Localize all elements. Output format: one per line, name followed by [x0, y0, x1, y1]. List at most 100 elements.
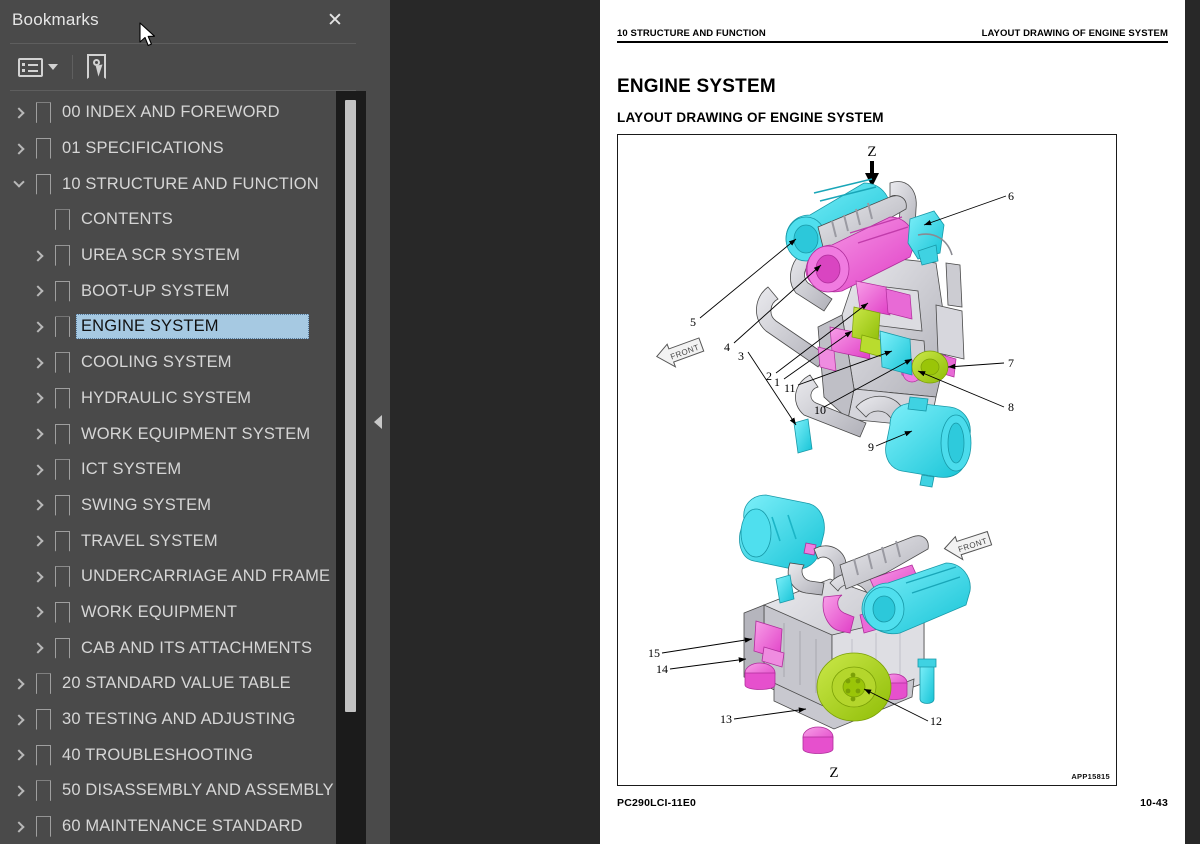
bookmark-item-30-testing-and-adjusting[interactable]: 30 TESTING AND ADJUSTING [0, 702, 336, 738]
panel-splitter[interactable] [366, 0, 390, 844]
bookmark-item-work-equipment[interactable]: WORK EQUIPMENT [0, 595, 336, 631]
chevron-right-icon[interactable] [10, 713, 30, 726]
callout-1: 1 [774, 375, 780, 389]
bookmark-label: 60 MAINTENANCE STANDARD [62, 817, 303, 836]
callout-8: 8 [1008, 400, 1014, 414]
bookmarks-scrollbar[interactable] [336, 91, 366, 844]
chevron-right-icon[interactable] [29, 356, 49, 369]
bookmark-item-travel-system[interactable]: TRAVEL SYSTEM [0, 523, 336, 559]
bookmark-label: 50 DISASSEMBLY AND ASSEMBLY [62, 781, 334, 800]
bookmark-label: WORK EQUIPMENT SYSTEM [81, 424, 311, 443]
collapse-panel-button[interactable] [366, 405, 390, 439]
find-bookmark-button[interactable] [87, 54, 109, 80]
header-left-text: 10 STRUCTURE AND FUNCTION [617, 28, 766, 39]
callout-3: 3 [738, 349, 744, 363]
chevron-left-icon [374, 415, 382, 429]
bookmark-icon [55, 459, 70, 481]
bookmark-item-60-maintenance-standard[interactable]: 60 MAINTENANCE STANDARD [0, 809, 336, 844]
bookmark-item-50-disassembly-and-assembly[interactable]: 50 DISASSEMBLY AND ASSEMBLY [0, 773, 336, 809]
bookmark-label: UREA SCR SYSTEM [81, 246, 241, 265]
figure-container: Z FRONT 5 4 3 2 1 11 10 6 7 8 9 FRONT 15… [617, 134, 1117, 786]
bookmark-icon [36, 816, 51, 838]
bookmark-icon [55, 601, 70, 623]
bookmark-icon [55, 423, 70, 445]
bookmark-label: SWING SYSTEM [81, 495, 212, 514]
bookmark-label: CAB AND ITS ATTACHMENTS [81, 638, 313, 657]
chevron-right-icon[interactable] [10, 107, 30, 119]
header-rule [617, 41, 1168, 44]
footer-page-number: 10-43 [1140, 797, 1168, 809]
chevron-right-icon[interactable] [29, 249, 49, 262]
svg-text:Z: Z [867, 144, 876, 160]
chevron-right-icon[interactable] [29, 428, 49, 440]
chevron-right-icon[interactable] [29, 642, 49, 654]
bookmark-label: 00 INDEX AND FOREWORD [62, 103, 280, 122]
callout-12: 12 [930, 714, 942, 728]
toolbar-separator [72, 55, 73, 79]
bookmark-icon [55, 494, 70, 516]
chevron-right-icon[interactable] [10, 785, 30, 797]
header-right-text: LAYOUT DRAWING OF ENGINE SYSTEM [981, 28, 1168, 39]
bookmark-label: 30 TESTING AND ADJUSTING [62, 710, 296, 729]
pdf-viewer[interactable]: 10 STRUCTURE AND FUNCTION LAYOUT DRAWING… [390, 0, 1200, 844]
bookmark-pointer-icon [87, 54, 109, 80]
bookmark-item-cooling-system[interactable]: COOLING SYSTEM [0, 345, 336, 381]
page-footer: PC290LCI-11E0 10-43 [617, 797, 1168, 809]
bookmark-label: UNDERCARRIAGE AND FRAME [81, 567, 331, 586]
bookmark-item-work-equipment-system[interactable]: WORK EQUIPMENT SYSTEM [0, 416, 336, 452]
page-title: ENGINE SYSTEM [617, 76, 776, 97]
chevron-right-icon[interactable] [29, 499, 49, 512]
bookmark-icon [55, 637, 70, 659]
bookmark-options-button[interactable] [18, 57, 58, 77]
bookmark-item-10-structure-and-function[interactable]: 10 STRUCTURE AND FUNCTION [0, 166, 336, 202]
close-icon[interactable]: ✕ [324, 9, 346, 31]
bookmark-label: TRAVEL SYSTEM [81, 531, 218, 550]
bookmark-tree: 00 INDEX AND FOREWORD 01 SPECIFICATIONS 10… [0, 91, 336, 844]
chevron-right-icon[interactable] [29, 321, 49, 333]
chevron-right-icon[interactable] [10, 678, 30, 690]
chevron-down-icon[interactable] [10, 176, 30, 188]
chevron-right-icon[interactable] [29, 535, 49, 547]
bookmark-item-40-troubleshooting[interactable]: 40 TROUBLESHOOTING [0, 737, 336, 773]
bookmark-item-urea-scr-system[interactable]: UREA SCR SYSTEM [0, 238, 336, 274]
callout-4: 4 [724, 340, 730, 354]
bookmark-item-cab-and-its-attachments[interactable]: CAB AND ITS ATTACHMENTS [0, 630, 336, 666]
bookmark-item-engine-system[interactable]: ENGINE SYSTEM [0, 309, 336, 345]
bookmark-label: 20 STANDARD VALUE TABLE [62, 674, 291, 693]
bookmark-label: ICT SYSTEM [81, 460, 182, 479]
bookmark-item-ict-system[interactable]: ICT SYSTEM [0, 452, 336, 488]
chevron-right-icon[interactable] [10, 820, 30, 833]
engine-layout-diagram: Z FRONT 5 4 3 2 1 11 10 6 7 8 9 FRONT 15… [648, 144, 1014, 781]
bookmark-item-00-index-and-foreword[interactable]: 00 INDEX AND FOREWORD [0, 95, 336, 131]
bookmark-item-contents[interactable]: CONTENTS [0, 202, 336, 238]
callout-14: 14 [656, 662, 668, 676]
chevron-right-icon[interactable] [29, 571, 49, 583]
chevron-right-icon[interactable] [29, 606, 49, 619]
view-label-bottom: Z [829, 765, 838, 781]
page-subtitle: LAYOUT DRAWING OF ENGINE SYSTEM [617, 110, 884, 125]
bookmark-icon [55, 566, 70, 588]
bookmark-icon [36, 744, 51, 766]
chevron-right-icon[interactable] [10, 749, 30, 761]
callout-6: 6 [1008, 189, 1014, 203]
bookmark-item-hydraulic-system[interactable]: HYDRAULIC SYSTEM [0, 381, 336, 417]
bookmark-item-01-specifications[interactable]: 01 SPECIFICATIONS [0, 131, 336, 167]
bookmark-label: 40 TROUBLESHOOTING [62, 745, 254, 764]
bookmarks-scrollbar-thumb[interactable] [345, 100, 356, 712]
callout-7: 7 [1008, 356, 1014, 370]
bookmark-item-undercarriage-and-frame[interactable]: UNDERCARRIAGE AND FRAME [0, 559, 336, 595]
bookmarks-header: Bookmarks ✕ [0, 0, 366, 43]
chevron-right-icon[interactable] [29, 392, 49, 405]
chevron-right-icon[interactable] [10, 142, 30, 155]
bookmark-item-20-standard-value-table[interactable]: 20 STANDARD VALUE TABLE [0, 666, 336, 702]
bookmark-item-swing-system[interactable]: SWING SYSTEM [0, 488, 336, 524]
chevron-right-icon[interactable] [29, 285, 49, 297]
bookmark-label: 01 SPECIFICATIONS [62, 139, 224, 158]
chevron-right-icon[interactable] [29, 464, 49, 476]
callout-15: 15 [648, 646, 660, 660]
callout-5: 5 [690, 315, 696, 329]
pdf-page: 10 STRUCTURE AND FUNCTION LAYOUT DRAWING… [600, 0, 1185, 844]
bookmark-icon [55, 245, 70, 267]
list-icon [18, 57, 43, 77]
bookmark-item-boot-up-system[interactable]: BOOT-UP SYSTEM [0, 273, 336, 309]
